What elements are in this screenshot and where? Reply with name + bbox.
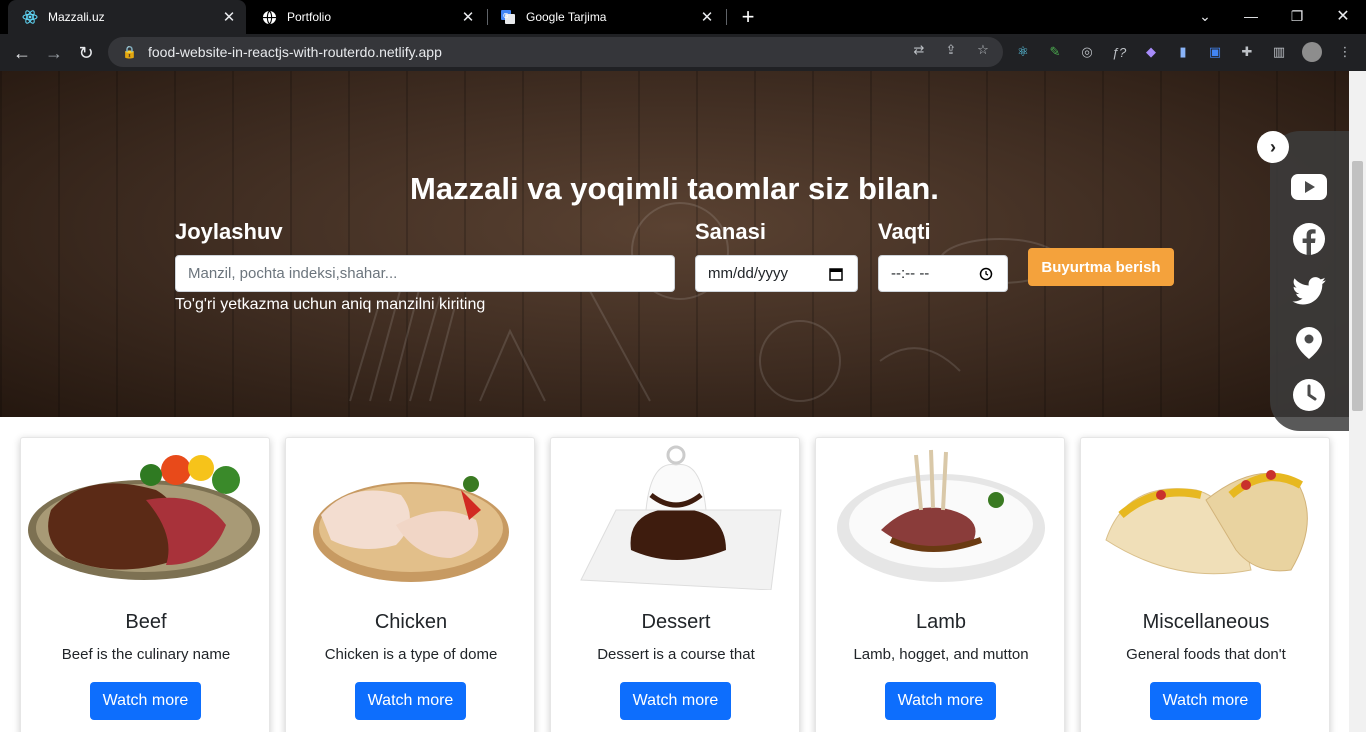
extension-font-icon[interactable]: ƒ? (1110, 43, 1128, 61)
hero-section: Mazzali va yoqimli taomlar siz bilan. Jo… (0, 71, 1349, 417)
web-page: Mazzali va yoqimli taomlar siz bilan. Jo… (0, 71, 1349, 732)
close-tab-icon[interactable]: ✕ (459, 8, 477, 26)
date-label: Sanasi (695, 219, 766, 244)
browser-menu-icon[interactable]: ⋮ (1336, 43, 1354, 61)
close-tab-icon[interactable]: ✕ (698, 8, 716, 26)
lock-icon: 🔒 (122, 45, 137, 59)
watch-more-button[interactable]: Watch more (90, 682, 201, 720)
svg-text:G: G (503, 12, 508, 20)
facebook-icon[interactable] (1290, 220, 1328, 258)
chevron-right-icon[interactable]: › (1257, 131, 1289, 163)
card-title: Beef (125, 611, 167, 633)
close-tab-icon[interactable]: ✕ (220, 8, 238, 26)
tacos-image (1105, 470, 1308, 575)
extensions-puzzle-icon[interactable]: ✚ (1238, 43, 1256, 61)
extension-target-icon[interactable]: ◎ (1078, 43, 1096, 61)
minimize-button[interactable]: — (1228, 0, 1274, 32)
back-button[interactable]: ← (9, 40, 35, 66)
tab-title: Google Tarjima (526, 10, 607, 24)
time-value: --:-- -- (891, 265, 930, 282)
category-card-dessert: Dessert Dessert is a course that Watch m… (550, 437, 800, 732)
globe-icon (261, 9, 277, 25)
google-translate-icon: G (500, 9, 516, 25)
beef-image (28, 455, 260, 580)
tab-portfolio[interactable]: Portfolio ✕ (247, 0, 485, 34)
new-tab-button[interactable]: + (736, 4, 760, 29)
calendar-icon[interactable] (827, 265, 845, 283)
clock-icon[interactable] (1290, 376, 1328, 414)
extension-translate-icon[interactable]: ▣ (1206, 43, 1224, 61)
card-title: Miscellaneous (1142, 611, 1270, 633)
watch-more-button[interactable]: Watch more (1150, 682, 1261, 720)
extension-gem-icon[interactable]: ◆ (1142, 43, 1160, 61)
bookmark-star-icon[interactable]: ☆ (974, 41, 992, 59)
card-title: Lamb (915, 611, 967, 633)
card-text: Chicken is a type of dome (324, 646, 498, 663)
react-icon (22, 9, 38, 25)
tab-title: Portfolio (287, 10, 332, 24)
address-bar[interactable]: 🔒 food-website-in-reactjs-with-routerdo.… (108, 37, 1003, 67)
tab-title: Mazzali.uz (48, 10, 105, 24)
card-text: Dessert is a course that (597, 646, 755, 663)
location-label: Joylashuv (175, 219, 283, 244)
extension-pen-icon[interactable]: ✎ (1046, 43, 1064, 61)
browser-tab-bar: Mazzali.uz ✕ Portfolio ✕ G Google Tarjim… (0, 0, 1366, 34)
page-scrollbar[interactable] (1349, 71, 1366, 732)
category-card-chicken: Chicken Chicken is a type of dome Watch … (285, 437, 535, 732)
date-input[interactable]: mm/dd/yyyy (695, 255, 858, 292)
chicken-image (313, 476, 509, 582)
watch-more-button[interactable]: Watch more (885, 682, 996, 720)
close-window-button[interactable]: ✕ (1320, 0, 1366, 32)
extension-docs-icon[interactable]: ▮ (1174, 43, 1192, 61)
time-input[interactable]: --:-- -- (878, 255, 1008, 292)
date-value: mm/dd/yyyy (708, 265, 789, 282)
reload-button[interactable]: ↻ (73, 40, 99, 66)
forward-button[interactable]: → (41, 40, 67, 66)
location-hint: To'g'ri yetkazma uchun aniq manzilni kir… (175, 296, 486, 313)
restore-button[interactable]: ❐ (1274, 0, 1320, 32)
card-text: Beef is the culinary name (61, 646, 231, 663)
card-title: Dessert (641, 611, 711, 633)
watch-more-button[interactable]: Watch more (355, 682, 466, 720)
tab-google-translate[interactable]: G Google Tarjima ✕ (486, 0, 724, 34)
side-panel-icon[interactable]: ▥ (1270, 43, 1288, 61)
translate-page-icon[interactable]: ⇄ (910, 41, 928, 59)
category-card-lamb: Lamb Lamb, hogget, and mutton Watch more (815, 437, 1065, 732)
lamb-image (837, 449, 1045, 582)
youtube-icon[interactable] (1290, 168, 1328, 206)
share-icon[interactable]: ⇪ (942, 41, 960, 59)
category-card-beef: Beef Beef is the culinary name Watch mor… (20, 437, 270, 732)
dessert-image (580, 445, 782, 590)
tab-search-icon[interactable]: ⌄ (1182, 0, 1228, 32)
url-text: food-website-in-reactjs-with-routerdo.ne… (148, 44, 442, 60)
hero-title: Mazzali va yoqimli taomlar siz bilan. (410, 171, 939, 206)
twitter-icon[interactable] (1290, 272, 1328, 310)
watch-more-button[interactable]: Watch more (620, 682, 731, 720)
browser-toolbar: ← → ↻ 🔒 food-website-in-reactjs-with-rou… (0, 34, 1366, 71)
order-button[interactable]: Buyurtma berish (1028, 248, 1174, 286)
location-pin-icon[interactable] (1290, 324, 1328, 362)
location-input[interactable] (175, 255, 675, 292)
time-label: Vaqti (878, 219, 931, 244)
react-devtools-icon[interactable]: ⚛ (1014, 43, 1032, 61)
clock-input-icon[interactable] (977, 265, 995, 283)
card-text: Lamb, hogget, and mutton (853, 646, 1029, 663)
tab-divider (726, 9, 727, 25)
scrollbar-thumb[interactable] (1352, 161, 1363, 411)
tab-mazzali[interactable]: Mazzali.uz ✕ (8, 0, 246, 34)
card-text: General foods that don't (1126, 646, 1286, 663)
category-card-miscellaneous: Miscellaneous General foods that don't W… (1080, 437, 1330, 732)
card-title: Chicken (374, 611, 448, 633)
profile-avatar[interactable] (1302, 42, 1322, 62)
